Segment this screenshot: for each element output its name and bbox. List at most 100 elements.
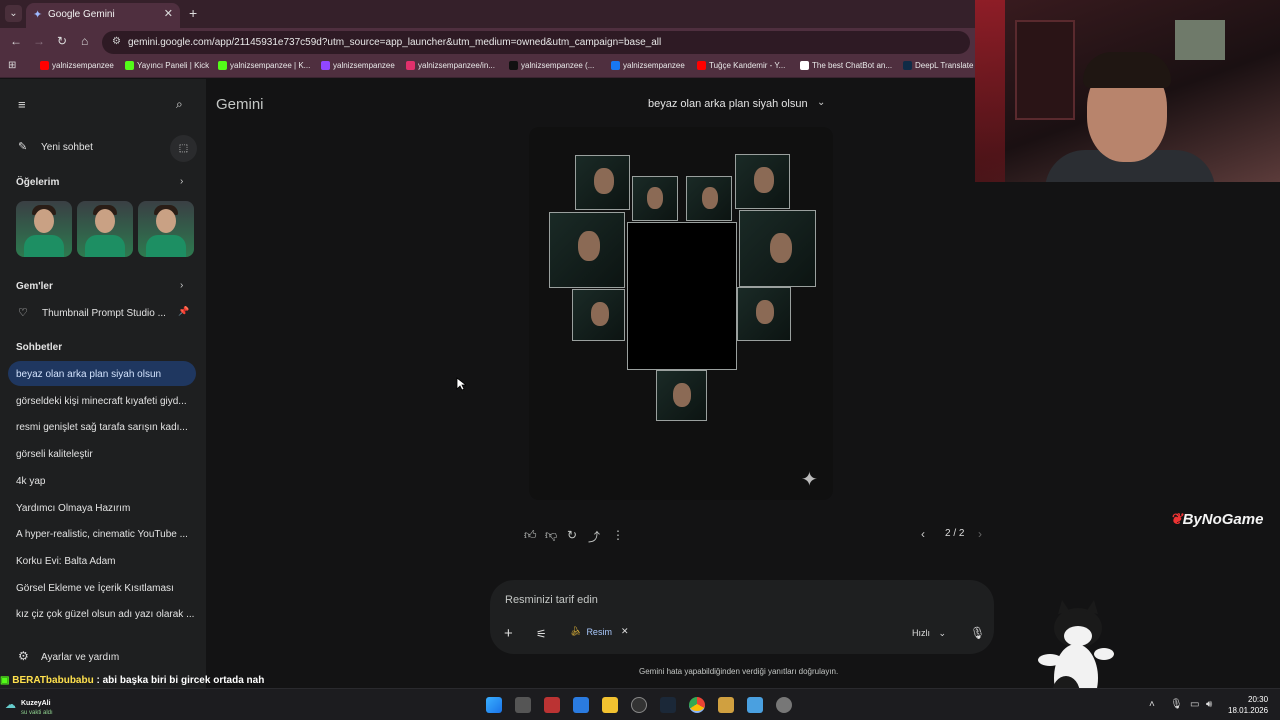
bookmark-label: Yayıncı Paneli | Kick [137, 61, 210, 70]
bookmark-item[interactable]: yalnizsempanzee [321, 61, 395, 70]
photo-tile [572, 289, 625, 341]
microphone-tray-icon[interactable]: 🎙︎ [1170, 699, 1183, 710]
chat-item[interactable]: Yardımcı Olmaya Hazırım [16, 503, 130, 514]
item-thumbnail[interactable] [138, 201, 194, 257]
gear-icon: ⚙ [18, 649, 29, 663]
chat-item[interactable]: kız çiz çok güzel olsun adı yazı olarak … [16, 609, 194, 620]
chat-item[interactable]: görseldeki kişi minecraft kıyafeti giyd.… [16, 396, 187, 407]
app-icon[interactable] [544, 697, 560, 713]
webcam-red-light [975, 0, 1005, 182]
chevron-up-icon[interactable]: ˄ [1149, 699, 1155, 710]
address-bar[interactable]: ⚙ gemini.google.com/app/21145931e737c59d… [102, 31, 970, 54]
gem-item[interactable]: ♡ Thumbnail Prompt Studio ... 📌 [12, 303, 196, 323]
generated-image[interactable]: ✦ [529, 127, 833, 500]
clock-time[interactable]: 20:30 [1248, 695, 1268, 704]
gems-heading: Gem'ler [16, 281, 53, 292]
media-icon[interactable] [718, 697, 734, 713]
thumbnail-body [85, 235, 125, 257]
menu-icon[interactable]: ≡ [18, 97, 26, 112]
bookmark-item[interactable]: yalnizsempanzee (... [509, 61, 594, 70]
bookmark-item[interactable]: Tuğçe Kandemir - Y... [697, 61, 785, 70]
previous-draft-icon[interactable]: ‹ [921, 527, 925, 541]
network-icon[interactable]: ▭ [1190, 699, 1199, 710]
chat-item[interactable]: görseli kaliteleştir [16, 449, 93, 460]
photo-face [591, 302, 609, 326]
chrome-icon[interactable] [689, 697, 705, 713]
share-icon[interactable]: ⤴ [588, 528, 600, 545]
tools-icon[interactable]: ⚟ [536, 627, 547, 641]
bookmark-item[interactable]: The best ChatBot an... [800, 61, 892, 70]
chat-item[interactable]: Korku Evi: Balta Adam [16, 556, 116, 567]
reload-icon[interactable]: ↻ [57, 34, 67, 48]
mode-selector[interactable]: Hızlı ⌄ [912, 628, 946, 639]
photo-tile [739, 210, 816, 287]
chevron-down-icon[interactable]: ⌄ [817, 97, 825, 108]
photo-face [647, 187, 663, 209]
bookmark-item[interactable]: yalnizsempanzee [40, 61, 114, 70]
temporary-chat-icon[interactable]: ⬚ [170, 135, 197, 162]
pin-icon[interactable]: 📌 [178, 306, 189, 317]
webcam-feed [975, 0, 1280, 182]
site-info-icon[interactable]: ⚙ [112, 36, 121, 47]
home-icon[interactable]: ⌂ [81, 34, 88, 48]
settings-app-icon[interactable] [776, 697, 792, 713]
prompt-input[interactable]: Resminizi tarif edin [505, 594, 598, 606]
webcam-person-hair [1083, 52, 1171, 88]
thumbs-up-icon[interactable]: 👍︎ [524, 528, 537, 543]
chat-title[interactable]: beyaz olan arka plan siyah olsun [648, 98, 808, 110]
photo-face [578, 231, 600, 261]
bookmark-item[interactable]: Yayıncı Paneli | Kick [125, 61, 209, 70]
thumbs-down-icon[interactable]: 👎︎ [545, 528, 557, 543]
chat-item-active[interactable]: beyaz olan arka plan siyah olsun [16, 369, 161, 380]
forward-icon[interactable]: → [33, 34, 45, 48]
remove-chip-icon[interactable]: ✕ [621, 626, 629, 637]
photo-tile [549, 212, 625, 288]
browser-tab[interactable]: ✦ Google Gemini ✕ [26, 3, 180, 28]
bookmark-item[interactable]: yalnizsempanzee | K... [218, 61, 310, 70]
new-tab-icon[interactable]: + [189, 5, 197, 21]
obs-icon[interactable] [631, 697, 647, 713]
windows-start-icon[interactable] [486, 697, 502, 713]
chat-item[interactable]: A hyper-realistic, cinematic YouTube ... [16, 529, 188, 540]
microphone-icon[interactable]: 🎙︎ [970, 626, 985, 640]
new-chat-button[interactable]: ✎ Yeni sohbet [12, 137, 162, 157]
close-tab-icon[interactable]: ✕ [164, 7, 173, 20]
add-icon[interactable]: + [504, 625, 513, 642]
file-explorer-icon[interactable] [602, 697, 618, 713]
item-thumbnail[interactable] [77, 201, 133, 257]
sparkle-icon: ✦ [801, 469, 818, 491]
chat-item[interactable]: 4k yap [16, 476, 45, 487]
bookmark-label: yalnizsempanzee (... [521, 61, 595, 70]
volume-icon[interactable]: 🔊︎ [1206, 699, 1212, 710]
bookmark-item[interactable]: DeepL Translate [903, 61, 973, 70]
clock-date[interactable]: 18.01.2026 [1228, 706, 1268, 715]
bookmark-favicon-icon [903, 61, 912, 70]
banana-icon: 🍌︎ [570, 626, 582, 636]
photo-face [702, 187, 718, 209]
apps-grid-icon[interactable]: ⊞ [8, 60, 16, 71]
weather-widget-title[interactable]: KuzeyAli [21, 700, 51, 707]
tab-search-icon[interactable]: ⌄ [5, 5, 22, 22]
next-draft-icon[interactable]: › [978, 527, 982, 541]
steam-icon[interactable] [660, 697, 676, 713]
bookmark-item[interactable]: yalnizsempanzee [611, 61, 685, 70]
chat-item[interactable]: resmi genişlet sağ tarafa sarışın kadı..… [16, 422, 188, 433]
more-options-icon[interactable]: ⋮ [612, 528, 624, 542]
image-tool-chip[interactable]: 🍌︎ Resim ✕ [570, 626, 629, 637]
settings-button[interactable]: ⚙ Ayarlar ve yardım [12, 647, 162, 667]
photos-icon[interactable] [573, 697, 589, 713]
regenerate-icon[interactable]: ↻ [567, 528, 577, 542]
gemini-brand[interactable]: Gemini [216, 96, 264, 113]
task-view-icon[interactable] [515, 697, 531, 713]
bookmark-favicon-icon [406, 61, 415, 70]
editor-icon[interactable] [747, 697, 763, 713]
item-thumbnail[interactable] [16, 201, 72, 257]
chevron-right-icon[interactable]: › [180, 176, 183, 187]
bynogame-logo-text: ByNoGame [1182, 511, 1264, 528]
chevron-right-icon[interactable]: › [180, 280, 183, 291]
bookmark-item[interactable]: yalnizsempanzee/in... [406, 61, 495, 70]
chat-item[interactable]: Görsel Ekleme ve İçerik Kısıtlaması [16, 583, 174, 594]
search-icon[interactable]: ⌕ [176, 97, 183, 112]
back-icon[interactable]: ← [10, 34, 22, 48]
photo-tile [575, 155, 630, 210]
